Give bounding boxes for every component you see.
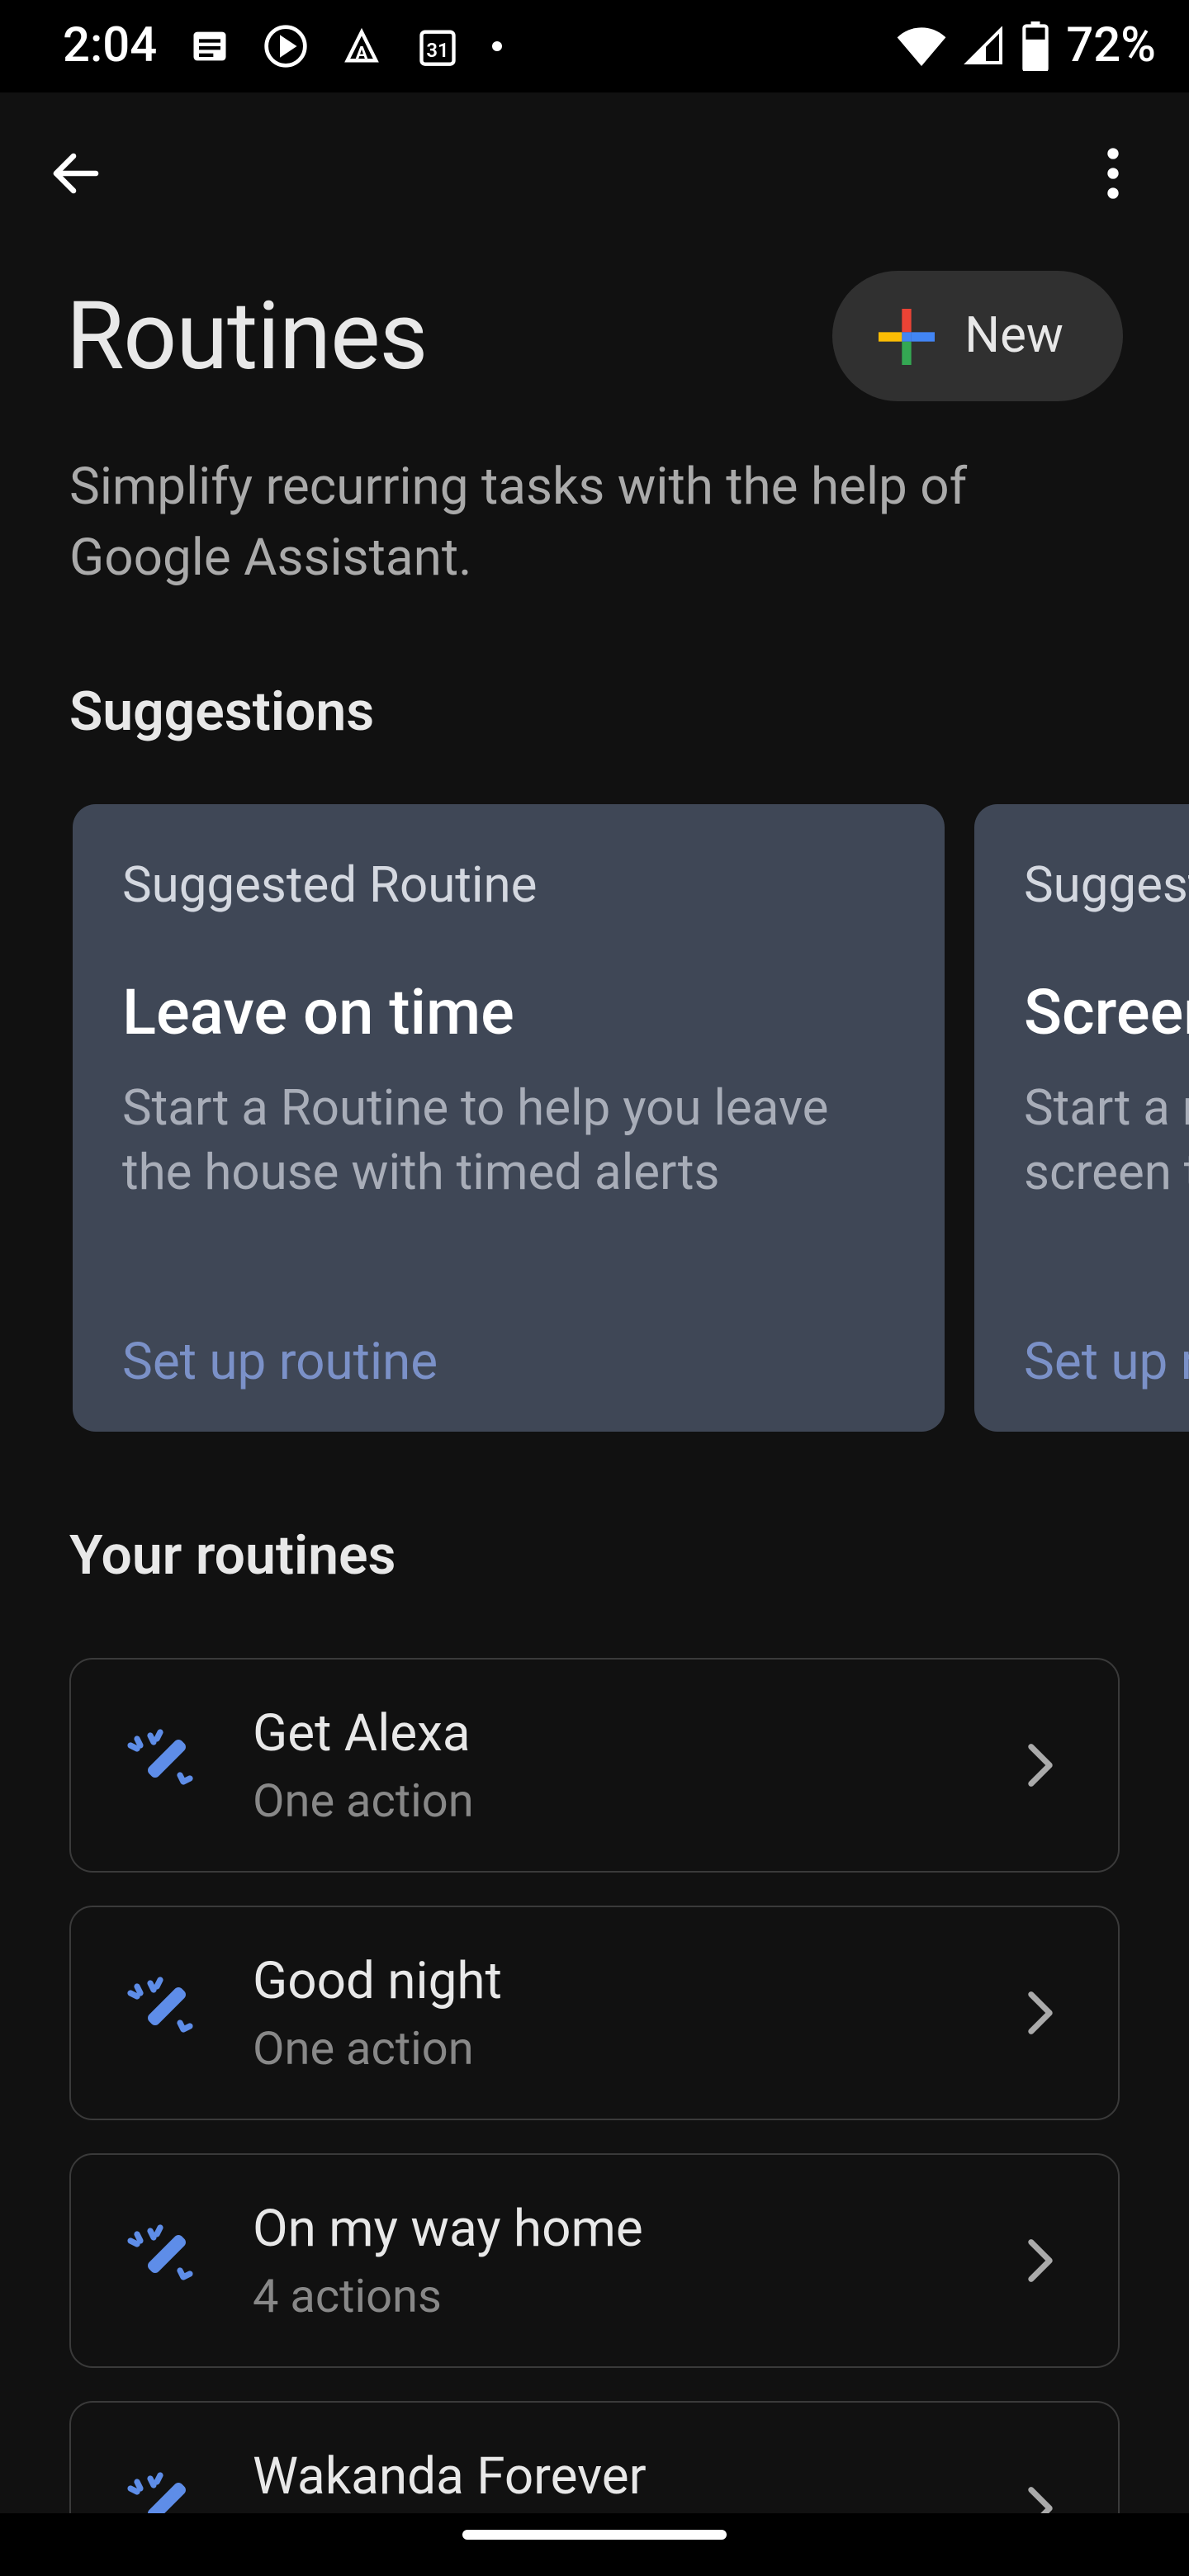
notification-icon-3: A xyxy=(339,23,385,69)
suggestion-label: Suggested Routine xyxy=(122,857,895,915)
chevron-right-icon xyxy=(1026,1742,1072,1788)
wand-icon xyxy=(121,1973,200,2053)
notification-icon-2 xyxy=(263,23,309,69)
suggestion-setup-link[interactable]: Set up ro xyxy=(1024,1331,1189,1392)
home-indicator[interactable] xyxy=(462,2530,727,2540)
suggestion-label: Suggeste xyxy=(1024,857,1189,915)
routine-title: On my way home xyxy=(253,2198,973,2259)
routine-subtitle: One action xyxy=(253,1773,973,1828)
routine-title: Get Alexa xyxy=(253,1702,973,1764)
new-routine-button[interactable]: New xyxy=(832,271,1123,401)
google-plus-icon xyxy=(879,308,935,364)
routine-subtitle: 4 actions xyxy=(253,2269,973,2323)
notification-dot-icon xyxy=(490,23,504,69)
page-subtitle: Simplify recurring tasks with the help o… xyxy=(0,414,1189,594)
suggestions-row: Suggested Routine Leave on time Start a … xyxy=(0,778,1189,1432)
suggestion-setup-link[interactable]: Set up routine xyxy=(122,1331,895,1392)
calendar-icon: 31 xyxy=(414,23,461,69)
status-time: 2:04 xyxy=(63,18,157,74)
routine-title: Wakanda Forever xyxy=(253,2446,973,2507)
chevron-right-icon xyxy=(1026,1990,1072,2036)
routine-title: Good night xyxy=(253,1950,973,2011)
suggestion-title: Leave on time xyxy=(122,978,895,1050)
routine-item-wakanda-forever[interactable]: Wakanda Forever One action xyxy=(69,2401,1120,2513)
chevron-right-icon xyxy=(1026,2237,1072,2284)
navigation-bar xyxy=(0,2513,1189,2576)
more-options-button[interactable] xyxy=(1080,140,1146,206)
suggestion-desc: Start a Routine to help you leave the ho… xyxy=(122,1077,895,1205)
signal-icon xyxy=(960,26,1007,66)
battery-icon xyxy=(1020,21,1049,71)
section-heading-suggestions: Suggestions xyxy=(0,594,1189,778)
status-bar: 2:04 A 31 xyxy=(0,0,1189,92)
battery-percent: 72% xyxy=(1063,18,1156,74)
notification-icon-1 xyxy=(187,23,233,69)
suggestion-card-leave-on-time[interactable]: Suggested Routine Leave on time Start a … xyxy=(73,804,945,1432)
suggestion-desc: Start a ro screen ti xyxy=(1024,1077,1189,1205)
routine-item-on-my-way-home[interactable]: On my way home 4 actions xyxy=(69,2153,1120,2368)
section-heading-your-routines: Your routines xyxy=(0,1432,1189,1622)
suggestion-title: Screen xyxy=(1024,978,1189,1050)
routine-item-good-night[interactable]: Good night One action xyxy=(69,1906,1120,2120)
wand-icon xyxy=(121,2221,200,2300)
routines-list: Get Alexa One action Good night One acti… xyxy=(0,1622,1189,2513)
svg-text:31: 31 xyxy=(427,39,449,62)
app-bar xyxy=(0,92,1189,254)
wand-icon xyxy=(121,2469,200,2513)
svg-text:A: A xyxy=(356,43,368,64)
wand-icon xyxy=(121,1726,200,1805)
wifi-icon xyxy=(894,26,947,66)
new-button-label: New xyxy=(964,307,1063,365)
routine-item-get-alexa[interactable]: Get Alexa One action xyxy=(69,1658,1120,1873)
suggestion-card-screen[interactable]: Suggeste Screen Start a ro screen ti Set… xyxy=(974,804,1189,1432)
chevron-right-icon xyxy=(1026,2485,1072,2513)
back-button[interactable] xyxy=(43,140,109,206)
routine-subtitle: One action xyxy=(253,2021,973,2076)
page-title: Routines xyxy=(66,281,427,391)
